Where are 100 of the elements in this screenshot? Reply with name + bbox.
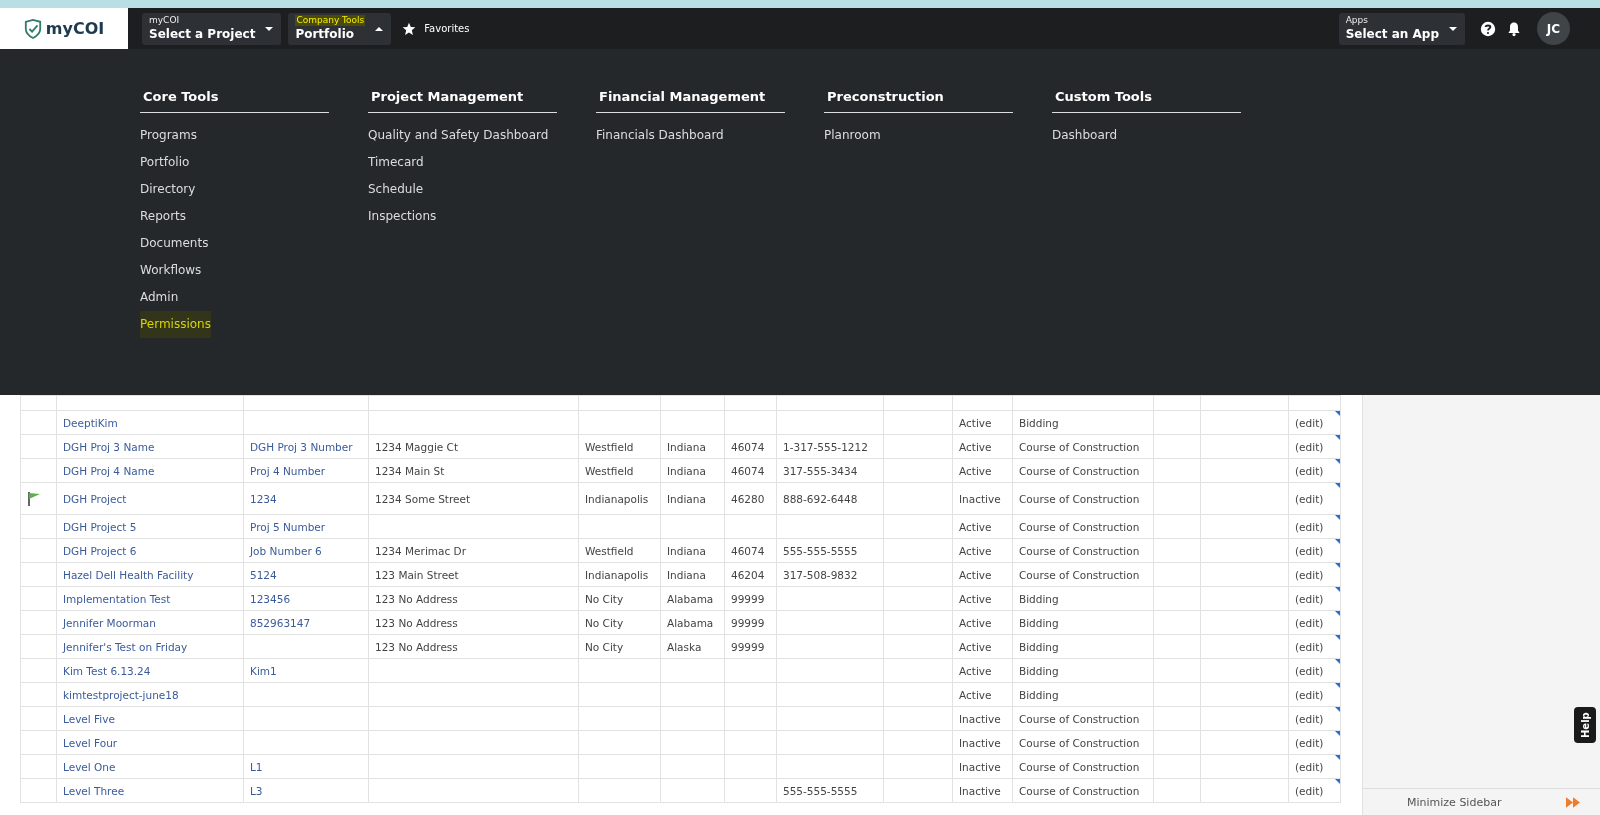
project-link[interactable]: 123456 [250, 592, 291, 605]
table-cell: 46074 [731, 464, 765, 477]
corner-marker [1335, 731, 1340, 736]
project-link[interactable]: DeeptiKim [63, 416, 118, 429]
menu-item[interactable]: Reports [140, 203, 187, 230]
menu-item[interactable]: Inspections [368, 203, 437, 230]
table-cell: No City [585, 616, 624, 629]
table-cell: Course of Construction [1019, 568, 1140, 581]
menu-item[interactable]: Portfolio [140, 149, 190, 176]
table-cell: 123 Main Street [375, 568, 459, 581]
table-cell: Bidding [1019, 664, 1059, 677]
project-link[interactable]: Level Five [63, 712, 115, 725]
flag-icon[interactable] [27, 490, 41, 507]
menu-heading: Preconstruction [824, 89, 1013, 113]
table-cell: Inactive [959, 712, 1001, 725]
menu-item[interactable]: Timecard [368, 149, 424, 176]
table-cell: 99999 [731, 640, 765, 653]
menu-item[interactable]: Financials Dashboard [596, 122, 724, 149]
menu-item[interactable]: Permissions [140, 311, 211, 338]
favorites-link[interactable]: Favorites [424, 23, 470, 34]
app-dropdown[interactable]: Apps Select an App [1338, 12, 1465, 45]
table-cell: Bidding [1019, 592, 1059, 605]
corner-marker [1335, 483, 1340, 488]
table-cell: Inactive [959, 492, 1001, 505]
project-link[interactable]: Level One [63, 760, 116, 773]
table-cell: 1234 Merimac Dr [375, 544, 466, 557]
table-cell: Westfield [585, 464, 634, 477]
table-cell: Alabama [667, 592, 714, 605]
table-cell: 99999 [731, 616, 765, 629]
menu-item[interactable]: Schedule [368, 176, 424, 203]
table-cell: Course of Construction [1019, 736, 1140, 749]
project-link[interactable]: L1 [250, 760, 263, 773]
table-cell: Indiana [667, 568, 706, 581]
table-cell: 555-555-5555 [783, 544, 858, 557]
table-cell: Active [959, 544, 992, 557]
project-link[interactable]: DGH Project [63, 492, 127, 505]
bell-icon[interactable] [1506, 20, 1522, 37]
project-link[interactable]: Level Four [63, 736, 118, 749]
table-cell: 123 No Address [375, 592, 458, 605]
table-cell: 317-555-3434 [783, 464, 858, 477]
table-cell: 123 No Address [375, 616, 458, 629]
menu-item[interactable]: Directory [140, 176, 196, 203]
user-avatar[interactable]: JC [1537, 12, 1570, 45]
menu-item[interactable]: Admin [140, 284, 179, 311]
logo-text: myCOI [45, 19, 105, 38]
menu-item[interactable]: Workflows [140, 257, 202, 284]
table-cell: 46074 [731, 544, 765, 557]
table-cell: Westfield [585, 544, 634, 557]
menu-heading: Project Management [368, 89, 557, 113]
table-cell: 555-555-5555 [783, 784, 858, 797]
corner-marker [1335, 635, 1340, 640]
project-link[interactable]: 1234 [250, 492, 277, 505]
shield-check-icon [23, 18, 42, 39]
fast-forward-icon[interactable] [1566, 796, 1580, 808]
table-cell: Inactive [959, 736, 1001, 749]
menu-item[interactable]: Dashboard [1052, 122, 1118, 149]
table-cell: Indianapolis [585, 492, 649, 505]
table-cell: Active [959, 440, 992, 453]
table-cell: Active [959, 568, 992, 581]
table-cell: Course of Construction [1019, 544, 1140, 557]
table-cell: Bidding [1019, 688, 1059, 701]
table-cell: Course of Construction [1019, 440, 1140, 453]
project-dropdown[interactable]: Company Tools Portfolio [288, 12, 392, 45]
menu-item[interactable]: Programs [140, 122, 197, 149]
table-cell: 1234 Some Street [375, 492, 471, 505]
corner-marker [1335, 611, 1340, 616]
table-cell: Active [959, 688, 992, 701]
table-cell: Indiana [667, 544, 706, 557]
table-cell: 317-508-9832 [783, 568, 858, 581]
table-cell: Course of Construction [1019, 760, 1140, 773]
project-link[interactable]: 5124 [250, 568, 277, 581]
help-tab[interactable]: Help [1574, 707, 1596, 743]
help-icon[interactable] [1480, 20, 1496, 37]
menu-item[interactable]: Documents [140, 230, 209, 257]
menu-item[interactable]: Quality and Safety Dashboard [368, 122, 549, 149]
star-icon[interactable] [402, 21, 417, 36]
corner-marker [1335, 539, 1340, 544]
minimize-sidebar-link[interactable]: Minimize Sidebar [1407, 795, 1502, 809]
logo[interactable]: myCOI [0, 8, 128, 49]
corner-marker [1335, 411, 1340, 416]
table-cell: Indianapolis [585, 568, 649, 581]
table-cell: Active [959, 520, 992, 533]
corner-marker [1335, 683, 1340, 688]
table-cell: Bidding [1019, 640, 1059, 653]
menu-item[interactable]: Planroom [824, 122, 881, 149]
table-cell: 1-317-555-1212 [783, 440, 868, 453]
table-cell: 123 No Address [375, 640, 458, 653]
table-cell: 46280 [731, 492, 765, 505]
table-cell: Active [959, 664, 992, 677]
table-cell: Course of Construction [1019, 712, 1140, 725]
project-dropdown[interactable]: myCOI Select a Project [142, 12, 282, 45]
menu-heading: Financial Management [596, 89, 785, 113]
project-link[interactable]: Level Three [63, 784, 125, 797]
table-cell: Course of Construction [1019, 784, 1140, 797]
table-cell: Bidding [1019, 616, 1059, 629]
project-link[interactable]: Kim1 [250, 664, 277, 677]
project-link[interactable]: L3 [250, 784, 263, 797]
table-cell: Active [959, 616, 992, 629]
corner-marker [1335, 707, 1340, 712]
table-cell: 99999 [731, 592, 765, 605]
